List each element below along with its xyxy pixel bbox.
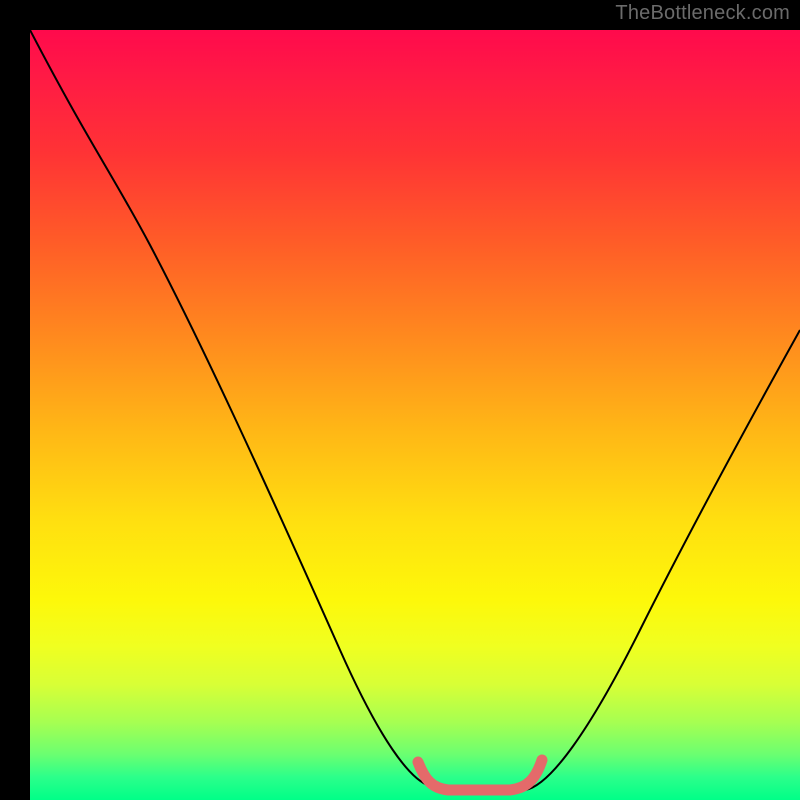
- plot-area: [30, 30, 800, 800]
- optimal-range-marker: [418, 760, 542, 790]
- chart-frame: [15, 15, 785, 785]
- chart-svg: [30, 30, 800, 800]
- bottleneck-curve: [30, 30, 800, 791]
- watermark-text: TheBottleneck.com: [615, 2, 790, 25]
